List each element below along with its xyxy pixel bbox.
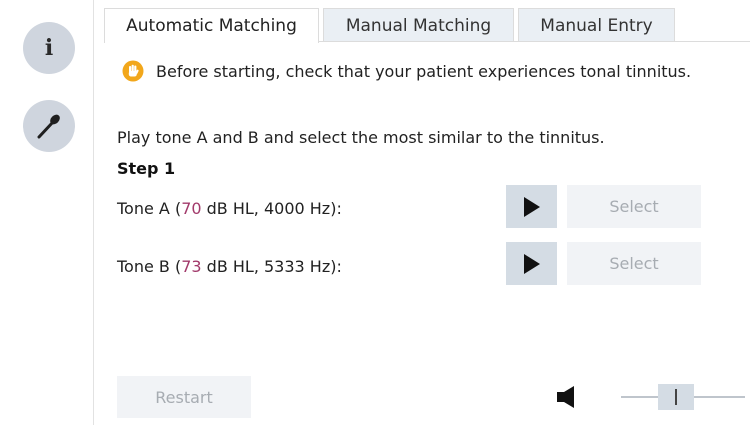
play-tone-b-button[interactable] bbox=[506, 242, 557, 285]
microphone-icon bbox=[37, 114, 60, 139]
tab-divider bbox=[318, 41, 750, 42]
tone-a-suffix: dB HL, 4000 Hz): bbox=[201, 199, 342, 218]
tab-label: Automatic Matching bbox=[126, 16, 297, 36]
hand-icon bbox=[122, 60, 144, 82]
tone-a-prefix: Tone A ( bbox=[117, 199, 182, 218]
select-tone-a-button[interactable]: Select bbox=[567, 185, 701, 228]
speaker-icon bbox=[557, 386, 574, 408]
tone-b-suffix: dB HL, 5333 Hz): bbox=[201, 257, 342, 276]
volume-slider-thumb[interactable] bbox=[658, 384, 694, 410]
tab-automatic-matching[interactable]: Automatic Matching bbox=[104, 8, 319, 43]
play-icon bbox=[523, 196, 540, 217]
select-tone-b-button[interactable]: Select bbox=[567, 242, 701, 285]
play-icon bbox=[523, 253, 540, 274]
notice-text: Before starting, check that your patient… bbox=[156, 61, 692, 81]
play-tone-a-button[interactable] bbox=[506, 185, 557, 228]
info-button[interactable]: i bbox=[23, 22, 75, 74]
microphone-button[interactable] bbox=[23, 100, 75, 152]
slider-grip bbox=[675, 389, 677, 405]
tone-a-label: Tone A (70 dB HL, 4000 Hz): bbox=[117, 199, 342, 218]
tab-label: Manual Entry bbox=[540, 15, 653, 36]
restart-button[interactable]: Restart bbox=[117, 376, 251, 418]
instruction-text: Play tone A and B and select the most si… bbox=[117, 128, 605, 147]
tone-b-level: 73 bbox=[181, 257, 202, 276]
tone-a-level: 70 bbox=[181, 199, 202, 218]
side-rail: i bbox=[0, 0, 94, 425]
tab-label: Manual Matching bbox=[345, 15, 492, 36]
tab-manual-entry[interactable]: Manual Entry bbox=[518, 8, 675, 42]
notice: Before starting, check that your patient… bbox=[122, 60, 691, 82]
tone-b-label: Tone B (73 dB HL, 5333 Hz): bbox=[117, 257, 342, 276]
info-icon: i bbox=[44, 35, 54, 61]
tab-manual-matching[interactable]: Manual Matching bbox=[323, 8, 514, 42]
tone-b-prefix: Tone B ( bbox=[117, 257, 182, 276]
step-title: Step 1 bbox=[117, 159, 176, 178]
